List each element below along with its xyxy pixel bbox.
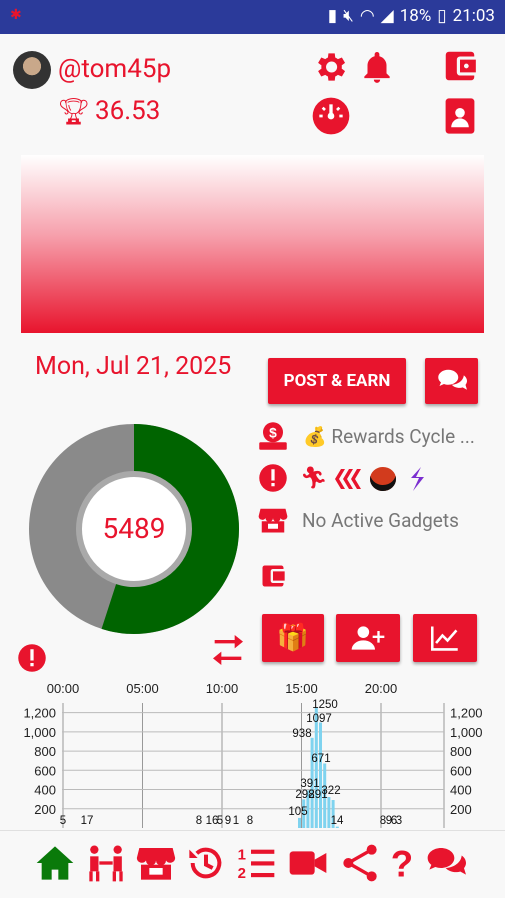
alert-icon[interactable] (258, 463, 288, 493)
data-label: 17 (81, 815, 94, 827)
username[interactable]: @tom45p (58, 54, 171, 84)
ranking-list-icon[interactable]: 1 2 (236, 843, 276, 883)
x-tick-label: 05:00 (126, 681, 159, 696)
add-user-button[interactable] (336, 614, 400, 662)
post-and-earn-label: POST & EARN (283, 371, 391, 391)
chart-bar (298, 817, 301, 828)
speak-app-icon[interactable] (407, 466, 427, 492)
runner-app-icon[interactable]: 🏃︎ (300, 466, 328, 491)
svg-text:2: 2 (238, 865, 246, 882)
clock: 21:03 (452, 6, 495, 26)
chat-button[interactable] (425, 358, 478, 404)
data-label: 14 (331, 815, 344, 827)
contact-card-icon[interactable] (444, 96, 476, 136)
mute-icon: 🔇︎ (343, 6, 354, 26)
y-tick-label-left: 1,200 (23, 706, 56, 721)
gift-icon: 🎁 (276, 623, 310, 653)
x-tick-label: 00:00 (47, 681, 80, 696)
current-date: Mon, Jul 21, 2025 (35, 352, 232, 381)
shop-icon[interactable] (136, 843, 176, 883)
store-icon (258, 508, 288, 533)
y-tick-label-left: 800 (34, 744, 56, 759)
svg-text:1: 1 (238, 847, 246, 864)
x-tick-label: 10:00 (206, 681, 239, 696)
rewards-icon: $ (259, 422, 287, 450)
warning-icon[interactable] (17, 643, 47, 673)
data-label: 671 (311, 753, 330, 765)
y-tick-label-right: 1,200 (450, 706, 483, 721)
y-tick-label-left: 1,000 (23, 725, 56, 740)
chat-icon[interactable] (426, 843, 466, 883)
battery-saver-icon: ▮ (327, 6, 338, 26)
y-tick-label-right: 200 (450, 802, 472, 817)
y-tick-label-left: 200 (34, 802, 56, 817)
y-tick-label-right: 1,000 (450, 725, 483, 740)
help-icon[interactable]: ? (382, 843, 422, 883)
add-user-icon (351, 626, 385, 650)
gift-button[interactable]: 🎁 (262, 614, 324, 662)
x-tick-label: 20:00 (365, 681, 398, 696)
people-icon[interactable] (86, 843, 126, 883)
x-tick-label: 15:00 (285, 681, 318, 696)
data-label: 3 (396, 815, 402, 827)
hive-logo-icon[interactable] (333, 467, 363, 491)
data-label: 1 (233, 815, 239, 827)
battery-icon: ▯ (437, 6, 447, 26)
score-value: 36.53 (95, 96, 161, 126)
chat-bubbles-icon (437, 369, 467, 390)
chart-bar (314, 707, 318, 828)
signal-icon: ◢ (380, 6, 394, 26)
swap-arrows-icon[interactable] (208, 630, 248, 670)
data-label: 5 (217, 815, 223, 827)
y-tick-label-right: 400 (450, 783, 472, 798)
notification-bell-icon[interactable] (358, 48, 396, 86)
y-tick-label-left: 400 (34, 783, 56, 798)
line-chart-icon (431, 626, 458, 651)
history-icon[interactable] (186, 843, 226, 883)
splinterlands-icon[interactable] (370, 467, 396, 491)
battery-level: 18% (399, 6, 432, 26)
y-tick-label-right: 800 (450, 744, 472, 759)
rewards-cycle-text[interactable]: 💰 Rewards Cycle ... (303, 425, 475, 448)
data-label: 1250 (312, 699, 338, 711)
data-label: 938 (292, 728, 311, 740)
y-tick-label-left: 600 (34, 763, 56, 778)
settings-gear-icon[interactable] (311, 48, 349, 86)
speedometer-icon[interactable] (311, 96, 351, 136)
video-icon[interactable] (288, 843, 328, 883)
data-label: 1097 (306, 713, 332, 725)
y-tick-label-right: 600 (450, 763, 472, 778)
home-icon[interactable] (35, 843, 75, 883)
chart-bar (319, 722, 322, 828)
wallet-icon[interactable] (440, 47, 480, 85)
data-label: 8 (247, 815, 253, 827)
trophy-icon: 🏆︎ (57, 97, 91, 127)
banner[interactable] (21, 155, 484, 333)
app-notification-icon: ✱ (10, 7, 22, 23)
activity-chart[interactable]: 00:00 05:00 10:00 15:00 20:00 1,200 1,200 1,000… (0, 678, 505, 828)
data-label: 105 (288, 806, 307, 818)
avatar[interactable] (13, 51, 51, 89)
data-label: 9 (225, 815, 231, 827)
share-icon[interactable] (340, 843, 380, 883)
gadgets-status: No Active Gadgets (302, 509, 459, 532)
donut-center-value: 5489 (102, 512, 166, 545)
data-label: 8 (196, 815, 202, 827)
data-label: 322 (321, 785, 340, 797)
status-bar: ✱ ▮ 🔇︎ ◠ ◢ 18% ▯ 21:03 (0, 0, 505, 34)
svg-text:?: ? (391, 843, 413, 883)
data-label: 5 (60, 815, 66, 827)
small-wallet-icon[interactable] (258, 562, 288, 590)
stats-chart-button[interactable] (413, 614, 477, 662)
post-and-earn-button[interactable]: POST & EARN (268, 358, 406, 404)
wifi-icon: ◠ (359, 6, 375, 26)
svg-text:$: $ (269, 425, 277, 440)
